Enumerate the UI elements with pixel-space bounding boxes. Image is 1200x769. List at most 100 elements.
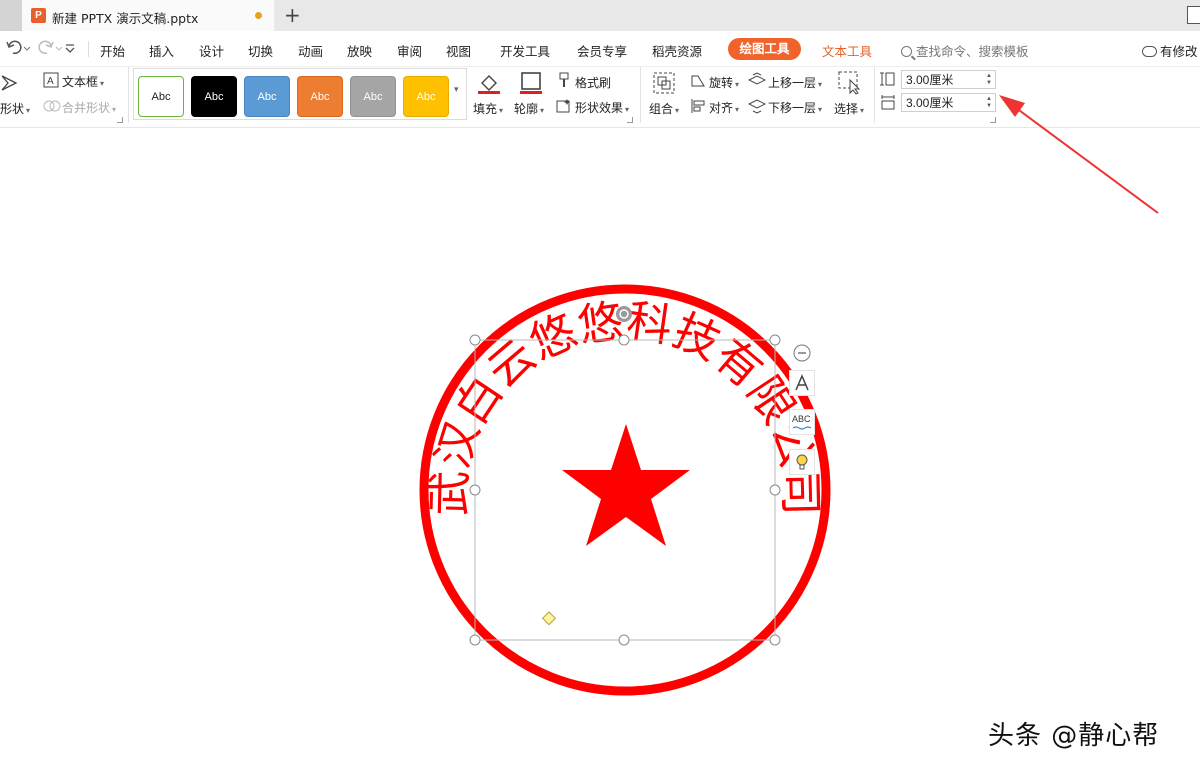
shape-style-gallery: Abc Abc Abc Abc Abc Abc: [133, 68, 467, 120]
menu-design[interactable]: 设计: [199, 41, 224, 60]
shape-effect-icon: [556, 98, 572, 118]
document-name: 新建 PPTX 演示文稿.pptx: [52, 11, 199, 26]
group-label: 组合: [649, 102, 674, 116]
style-swatch-3[interactable]: Abc: [244, 76, 290, 117]
account-status-label: 有修改: [1160, 44, 1198, 59]
format-painter-button[interactable]: 格式刷: [575, 74, 611, 91]
select-button[interactable]: 选择 ▾: [834, 100, 864, 117]
document-tab[interactable]: P 新建 PPTX 演示文稿.pptx: [22, 0, 274, 31]
outline-icon: [519, 71, 543, 99]
style-swatch-4[interactable]: Abc: [297, 76, 343, 117]
menu-separator: [88, 41, 89, 57]
height-icon: [880, 71, 896, 91]
merge-shape-button[interactable]: 合并形状 ▾: [62, 99, 116, 116]
style-swatch-1[interactable]: Abc: [138, 76, 184, 117]
textbox-label: 文本框: [62, 75, 99, 89]
redo-icon[interactable]: [38, 39, 64, 61]
collapse-tool[interactable]: [789, 340, 815, 366]
menu-slideshow[interactable]: 放映: [347, 41, 372, 60]
spin-down-icon[interactable]: ▼: [986, 80, 992, 87]
size-dialog-launcher[interactable]: [990, 117, 996, 123]
align-button[interactable]: 对齐 ▾: [709, 99, 739, 116]
style-swatch-2[interactable]: Abc: [191, 76, 237, 117]
merge-shape-icon: [43, 98, 61, 118]
style-swatch-label: Abc: [151, 91, 171, 103]
send-backward-label: 下移一层: [768, 101, 817, 115]
title-bar: P 新建 PPTX 演示文稿.pptx +: [0, 0, 1200, 31]
format-painter-icon: [556, 72, 572, 92]
gallery-more-icon[interactable]: ▾: [454, 85, 459, 95]
menu-review[interactable]: 审阅: [397, 41, 422, 60]
group-dialog-launcher[interactable]: [117, 117, 123, 123]
shape-height-input[interactable]: 3.00厘米 ▲ ▼: [901, 70, 996, 89]
merge-shape-label: 合并形状: [62, 101, 111, 115]
chevron-down-icon[interactable]: [64, 39, 76, 61]
style-swatch-label: Abc: [363, 91, 383, 103]
menu-view[interactable]: 视图: [446, 41, 471, 60]
group-separator: [128, 67, 129, 123]
style-swatch-label: Abc: [310, 91, 330, 103]
lightbulb-icon[interactable]: [789, 449, 815, 475]
shape-label: 形状: [0, 102, 25, 116]
cloud-icon: [1142, 46, 1157, 57]
align-label: 对齐: [709, 101, 734, 115]
rotate-icon: [690, 72, 706, 92]
shape-width-input[interactable]: 3.00厘米 ▲ ▼: [901, 93, 996, 112]
fill-label: 填充: [473, 102, 498, 116]
ppt-icon: P: [31, 8, 46, 23]
text-style-icon[interactable]: [789, 370, 815, 396]
new-tab-button[interactable]: +: [284, 3, 301, 27]
watermark: 头条 @静心帮: [988, 721, 1160, 751]
edit-shape-icon[interactable]: [0, 73, 20, 97]
ribbon: 形状 ▾ A 文本框 ▾ 合并形状 ▾ Abc Abc Abc Abc Abc Abc…: [0, 67, 1200, 128]
shape-effect-button[interactable]: 形状效果 ▾: [575, 99, 629, 116]
account-status[interactable]: 有修改: [1142, 41, 1198, 60]
slide-canvas[interactable]: [0, 128, 1200, 769]
style-swatch-label: Abc: [257, 91, 277, 103]
window-maximize-icon[interactable]: [1187, 6, 1200, 24]
menu-docer[interactable]: 稻壳资源: [652, 41, 702, 60]
align-icon: [690, 98, 706, 118]
menu-animation[interactable]: 动画: [298, 41, 323, 60]
style-swatch-label: Abc: [416, 91, 436, 103]
spin-up-icon[interactable]: ▲: [986, 96, 992, 103]
shape-button[interactable]: 形状 ▾: [0, 100, 30, 117]
shape-effect-label: 形状效果: [575, 101, 624, 115]
rotate-button[interactable]: 旋转 ▾: [709, 74, 739, 91]
spell-check-icon[interactable]: ABC: [789, 409, 815, 435]
outline-label: 轮廓: [514, 102, 539, 116]
menu-developer[interactable]: 开发工具: [500, 41, 550, 60]
command-search[interactable]: 查找命令、搜索模板: [901, 41, 1029, 60]
send-backward-button[interactable]: 下移一层 ▾: [768, 99, 822, 116]
spin-down-icon[interactable]: ▼: [986, 103, 992, 110]
menu-drawing-tools[interactable]: 绘图工具: [728, 38, 801, 60]
menu-home[interactable]: 开始: [100, 41, 125, 60]
group-button[interactable]: 组合 ▾: [649, 100, 679, 117]
style-swatch-6[interactable]: Abc: [403, 76, 449, 117]
fill-button[interactable]: 填充 ▾: [473, 100, 503, 117]
group-separator: [640, 67, 641, 123]
menu-insert[interactable]: 插入: [149, 41, 174, 60]
unsaved-dot-icon: [255, 12, 262, 19]
style-swatch-5[interactable]: Abc: [350, 76, 396, 117]
textbox-button[interactable]: 文本框 ▾: [62, 73, 104, 90]
undo-icon[interactable]: [6, 39, 32, 61]
search-placeholder: 查找命令、搜索模板: [916, 44, 1029, 59]
shape-width-value: 3.00厘米: [906, 96, 954, 110]
style-dialog-launcher[interactable]: [627, 117, 633, 123]
bring-forward-button[interactable]: 上移一层 ▾: [768, 74, 822, 91]
select-label: 选择: [834, 102, 859, 116]
group-separator: [874, 67, 875, 123]
send-backward-icon: [747, 98, 767, 118]
search-icon: [901, 46, 912, 57]
spin-up-icon[interactable]: ▲: [986, 73, 992, 80]
menu-text-tools[interactable]: 文本工具: [822, 41, 872, 60]
outline-button[interactable]: 轮廓 ▾: [514, 100, 544, 117]
tab-strip-edge: [0, 0, 22, 31]
menu-member[interactable]: 会员专享: [577, 41, 627, 60]
menu-transition[interactable]: 切换: [248, 41, 273, 60]
fill-icon: [477, 71, 501, 99]
bring-forward-icon: [747, 72, 767, 92]
bring-forward-label: 上移一层: [768, 76, 817, 90]
rotate-label: 旋转: [709, 76, 734, 90]
